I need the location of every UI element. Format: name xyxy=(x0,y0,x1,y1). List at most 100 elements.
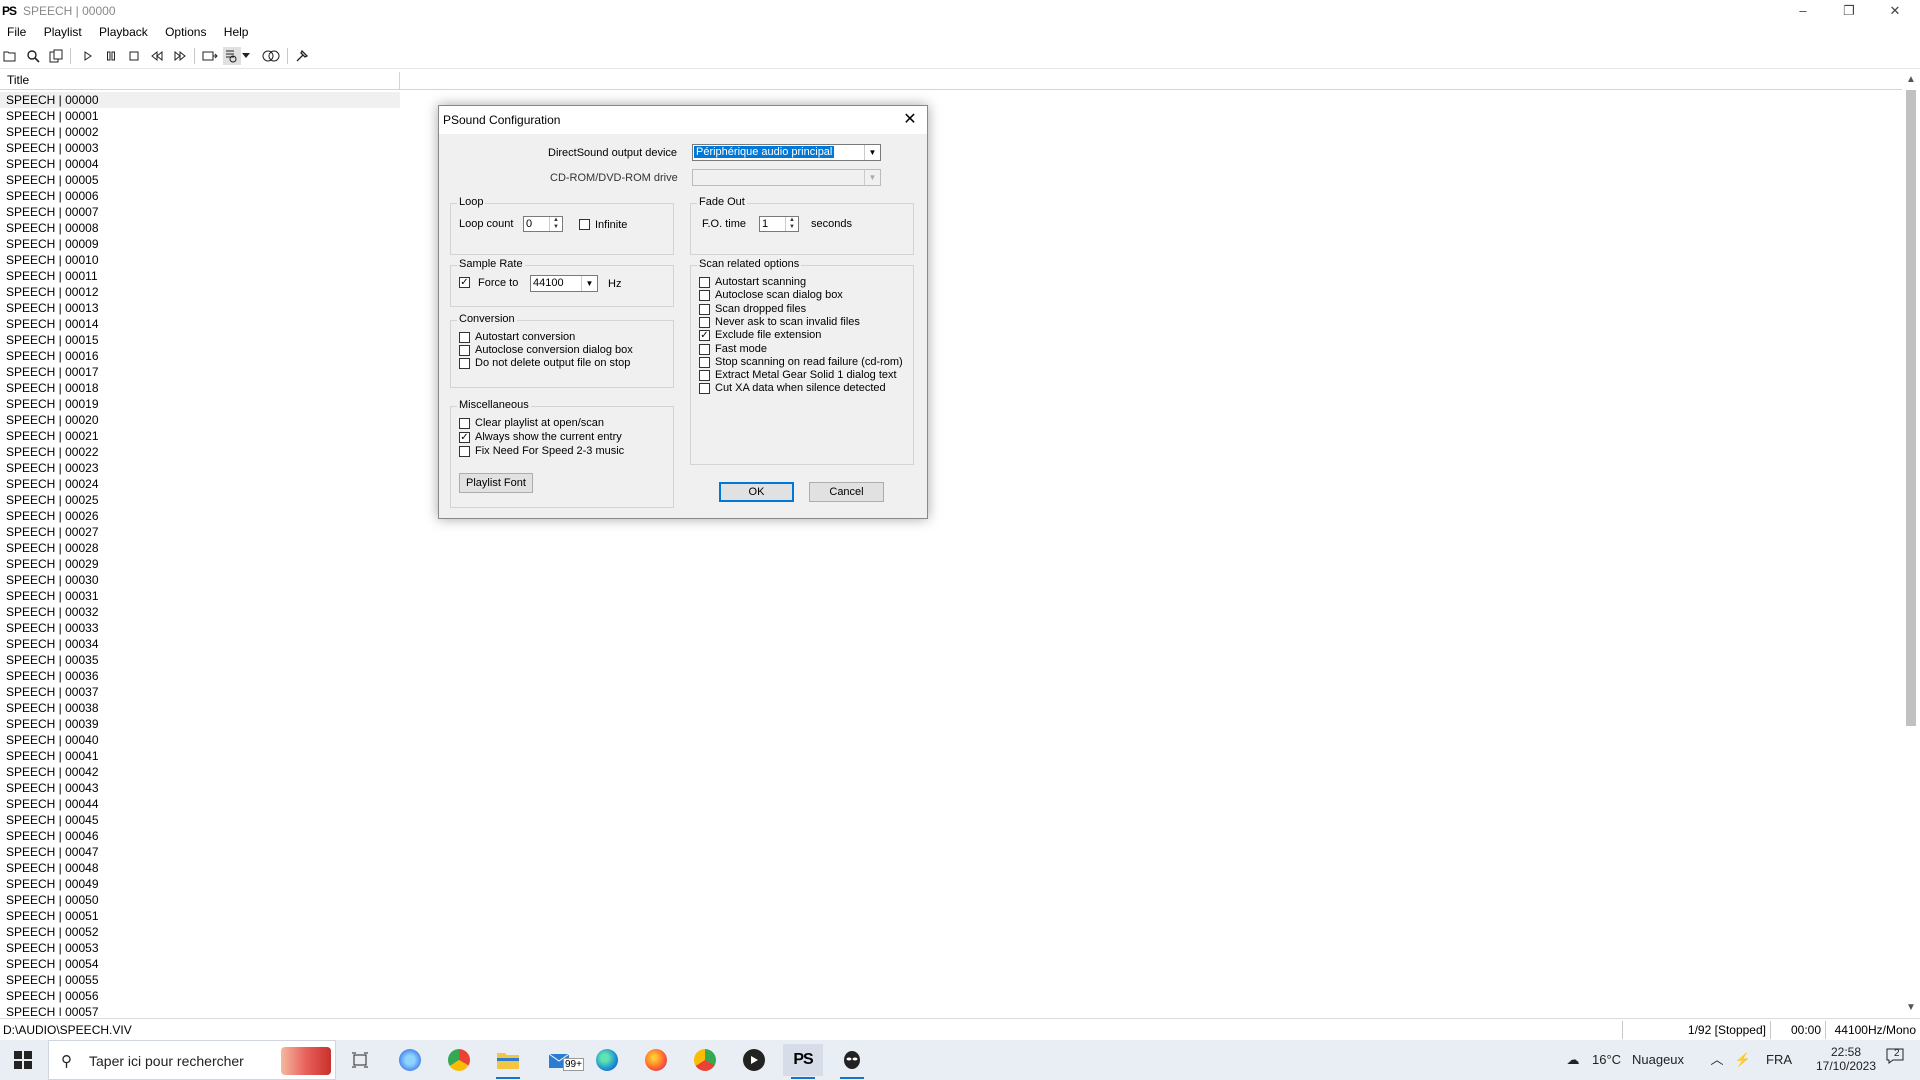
fo-time-spinner[interactable]: 1 ▲ ▼ xyxy=(759,216,799,232)
option-checkbox[interactable] xyxy=(459,446,470,457)
firefox-icon[interactable] xyxy=(636,1044,676,1076)
weather-text[interactable]: Nuageux xyxy=(1632,1040,1684,1080)
option-checkbox[interactable] xyxy=(459,332,470,343)
settings-tool-icon[interactable] xyxy=(293,47,311,65)
psound-taskbar-icon[interactable]: PS xyxy=(783,1044,823,1079)
playlist-row[interactable]: SPEECH | 00045 xyxy=(0,812,400,828)
playlist-font-button[interactable]: Playlist Font xyxy=(459,473,533,493)
playlist-row[interactable]: SPEECH | 00018 xyxy=(0,380,400,396)
playlist-row[interactable]: SPEECH | 00026 xyxy=(0,508,400,524)
force-rate-checkbox[interactable]: ✓ xyxy=(459,277,470,288)
scrollbar-thumb[interactable] xyxy=(1906,90,1916,726)
playlist-row[interactable]: SPEECH | 00020 xyxy=(0,412,400,428)
option-checkbox[interactable] xyxy=(699,370,710,382)
playlist-row[interactable]: SPEECH | 00031 xyxy=(0,588,400,604)
playlist-row[interactable]: SPEECH | 00021 xyxy=(0,428,400,444)
playlist-row[interactable]: SPEECH | 00027 xyxy=(0,524,400,540)
playlist-row[interactable]: SPEECH | 00048 xyxy=(0,860,400,876)
playlist-row[interactable]: SPEECH | 00041 xyxy=(0,748,400,764)
menu-playback[interactable]: Playback xyxy=(92,22,155,39)
task-view-icon[interactable] xyxy=(340,1044,380,1076)
playlist-row[interactable]: SPEECH | 00042 xyxy=(0,764,400,780)
playlist-row[interactable]: SPEECH | 00035 xyxy=(0,652,400,668)
next-icon[interactable] xyxy=(171,47,189,65)
playlist-row[interactable]: SPEECH | 00033 xyxy=(0,620,400,636)
playlist-row[interactable]: SPEECH | 00006 xyxy=(0,188,400,204)
open-icon[interactable] xyxy=(1,47,19,65)
option-checkbox[interactable] xyxy=(459,418,470,429)
option-checkbox[interactable]: ✓ xyxy=(459,432,470,443)
option-checkbox[interactable] xyxy=(699,343,710,355)
weather-icon[interactable]: ☁ xyxy=(1561,1040,1585,1080)
playlist-row[interactable]: SPEECH | 00009 xyxy=(0,236,400,252)
option-checkbox[interactable] xyxy=(699,277,710,288)
stop-icon[interactable] xyxy=(125,47,143,65)
spin-arrows-icon[interactable]: ▲ ▼ xyxy=(785,217,798,231)
play-icon[interactable] xyxy=(79,47,97,65)
playlist-row[interactable]: SPEECH | 00047 xyxy=(0,844,400,860)
playlist-row[interactable]: SPEECH | 00032 xyxy=(0,604,400,620)
ok-button[interactable]: OK xyxy=(719,482,794,502)
taskbar-search[interactable]: ⚲ Taper ici pour rechercher xyxy=(48,1040,336,1080)
option-checkbox[interactable] xyxy=(699,316,710,328)
playlist-row[interactable]: SPEECH | 00013 xyxy=(0,300,400,316)
playlist-row[interactable]: SPEECH | 00046 xyxy=(0,828,400,844)
playlist-row[interactable]: SPEECH | 00008 xyxy=(0,220,400,236)
chrome-icon[interactable] xyxy=(439,1044,479,1076)
playlist-row[interactable]: SPEECH | 00044 xyxy=(0,796,400,812)
option-checkbox[interactable] xyxy=(459,345,470,356)
close-button[interactable]: ✕ xyxy=(1872,0,1918,22)
copy-icon[interactable] xyxy=(47,47,65,65)
option-checkbox[interactable] xyxy=(699,303,710,315)
weather-temp[interactable]: 16°C xyxy=(1592,1040,1621,1080)
loop-count-spinner[interactable]: 0 ▲ ▼ xyxy=(523,216,563,232)
playlist-row[interactable]: SPEECH | 00051 xyxy=(0,908,400,924)
playlist-row[interactable]: SPEECH | 00017 xyxy=(0,364,400,380)
playlist-row[interactable]: SPEECH | 00049 xyxy=(0,876,400,892)
prev-icon[interactable] xyxy=(148,47,166,65)
media-player-icon[interactable] xyxy=(734,1044,774,1076)
playlist-row[interactable]: SPEECH | 00036 xyxy=(0,668,400,684)
option-checkbox[interactable] xyxy=(459,358,470,369)
playlist-row[interactable]: SPEECH | 00000 xyxy=(0,92,400,108)
playlist-row[interactable]: SPEECH | 00034 xyxy=(0,636,400,652)
playlist-row[interactable]: SPEECH | 00025 xyxy=(0,492,400,508)
menu-help[interactable]: Help xyxy=(217,22,256,39)
playlist-row[interactable]: SPEECH | 00055 xyxy=(0,972,400,988)
playlist-row[interactable]: SPEECH | 00028 xyxy=(0,540,400,556)
playlist-row[interactable]: SPEECH | 00016 xyxy=(0,348,400,364)
playlist-row[interactable]: SPEECH | 00057 xyxy=(0,1004,400,1016)
option-checkbox[interactable] xyxy=(699,290,710,302)
convert-icon[interactable] xyxy=(262,47,280,65)
infinite-checkbox[interactable] xyxy=(579,219,590,230)
restore-button[interactable]: ❐ xyxy=(1826,0,1872,22)
sample-rate-select[interactable]: 44100 ▼ xyxy=(530,275,598,292)
search-icon[interactable] xyxy=(24,47,42,65)
playlist-row[interactable]: SPEECH | 00030 xyxy=(0,572,400,588)
alien-app-icon[interactable] xyxy=(832,1044,872,1079)
playlist-row[interactable]: SPEECH | 00040 xyxy=(0,732,400,748)
file-explorer-icon[interactable] xyxy=(488,1044,528,1079)
minimize-button[interactable]: – xyxy=(1780,0,1826,22)
scroll-down-icon[interactable]: ▼ xyxy=(1902,1000,1920,1016)
chrome-alt-icon[interactable] xyxy=(685,1044,725,1076)
dialog-close-icon[interactable]: ✕ xyxy=(899,109,921,131)
playlist-row[interactable]: SPEECH | 00007 xyxy=(0,204,400,220)
playlist-row[interactable]: SPEECH | 00050 xyxy=(0,892,400,908)
playlist-row[interactable]: SPEECH | 00014 xyxy=(0,316,400,332)
photos-app-icon[interactable] xyxy=(390,1044,430,1076)
option-checkbox[interactable] xyxy=(699,356,710,368)
vertical-scrollbar[interactable]: ▲ ▼ xyxy=(1902,72,1920,1016)
playlist-row[interactable]: SPEECH | 00019 xyxy=(0,396,400,412)
network-icon[interactable]: ⚡ xyxy=(1734,1040,1752,1080)
column-title-header[interactable]: Title xyxy=(0,72,400,89)
pause-icon[interactable] xyxy=(102,47,120,65)
playlist-row[interactable]: SPEECH | 00003 xyxy=(0,140,400,156)
chevron-up-icon[interactable]: ︿ xyxy=(1708,1040,1726,1080)
scroll-up-icon[interactable]: ▲ xyxy=(1902,72,1920,88)
option-checkbox[interactable] xyxy=(699,383,710,395)
playlist-row[interactable]: SPEECH | 00054 xyxy=(0,956,400,972)
playlist-row[interactable]: SPEECH | 00039 xyxy=(0,716,400,732)
playlist-row[interactable]: SPEECH | 00005 xyxy=(0,172,400,188)
playlist-row[interactable]: SPEECH | 00023 xyxy=(0,460,400,476)
